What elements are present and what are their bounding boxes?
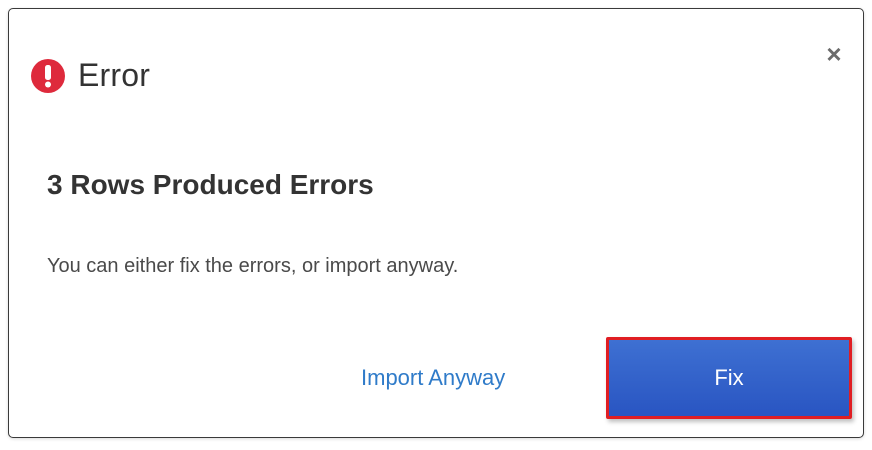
error-exclamation-icon [31, 58, 65, 93]
fix-button[interactable]: Fix [609, 340, 849, 416]
error-dialog: Error × 3 Rows Produced Errors You can e… [8, 8, 864, 438]
import-anyway-link[interactable]: Import Anyway [361, 365, 505, 391]
dialog-title: Error [78, 57, 151, 93]
close-icon[interactable]: × [823, 41, 845, 67]
error-heading: 3 Rows Produced Errors [47, 169, 374, 200]
fix-button-highlight: Fix [606, 337, 852, 419]
error-message: You can either fix the errors, or import… [47, 255, 459, 277]
dialog-header: Error [31, 57, 150, 94]
